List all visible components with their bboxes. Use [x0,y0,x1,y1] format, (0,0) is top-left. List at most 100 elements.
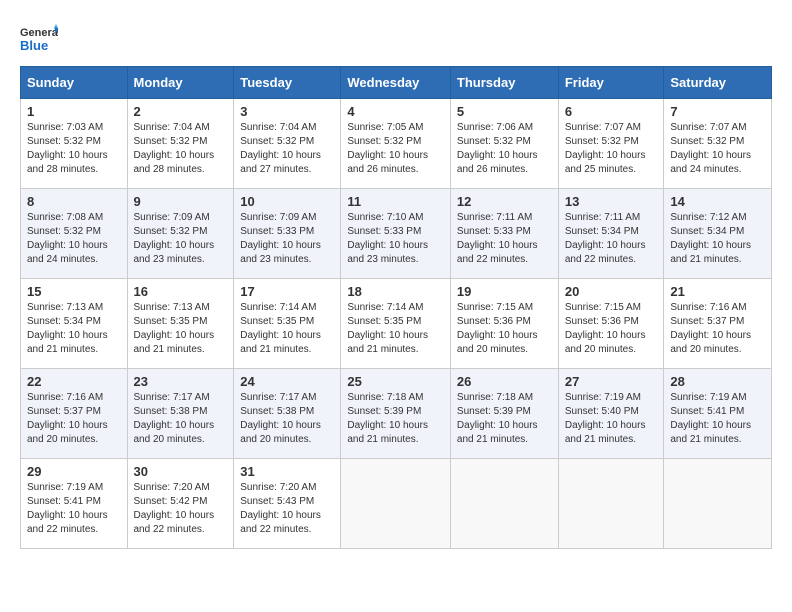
calendar-cell: 7Sunrise: 7:07 AMSunset: 5:32 PMDaylight… [664,99,772,189]
calendar-cell: 25 Sunrise: 7:18 AMSunset: 5:39 PMDayligh… [341,369,451,459]
day-info: Sunrise: 7:04 AMSunset: 5:32 PMDaylight:… [240,121,334,177]
calendar-week-row: 15 Sunrise: 7:13 AMSunset: 5:34 PMDayligh… [21,279,772,369]
day-number: 12 [457,194,552,209]
calendar-cell [450,459,558,549]
calendar-week-row: 1 Sunrise: 7:03 AMSunset: 5:32 PMDaylight… [21,99,772,189]
calendar-cell: 16 Sunrise: 7:13 AMSunset: 5:35 PMDayligh… [127,279,234,369]
day-number: 6 [565,104,658,119]
day-number: 14 [670,194,765,209]
weekday-header-thursday: Thursday [450,67,558,99]
day-info: Sunrise: 7:18 AMSunset: 5:39 PMDaylight:… [347,391,444,447]
calendar-cell: 22 Sunrise: 7:16 AMSunset: 5:37 PMDayligh… [21,369,128,459]
calendar-cell: 2 Sunrise: 7:04 AMSunset: 5:32 PMDaylight… [127,99,234,189]
calendar-cell: 8 Sunrise: 7:08 AMSunset: 5:32 PMDaylight… [21,189,128,279]
calendar-cell [341,459,451,549]
day-info: Sunrise: 7:20 AMSunset: 5:43 PMDaylight:… [240,481,334,537]
day-number: 1 [27,104,121,119]
calendar-cell: 10 Sunrise: 7:09 AMSunset: 5:33 PMDayligh… [234,189,341,279]
day-number: 9 [134,194,228,209]
day-info: Sunrise: 7:19 AMSunset: 5:40 PMDaylight:… [565,391,658,447]
calendar-cell [558,459,664,549]
day-info: Sunrise: 7:10 AMSunset: 5:33 PMDaylight:… [347,211,444,267]
day-info: Sunrise: 7:04 AMSunset: 5:32 PMDaylight:… [134,121,228,177]
calendar-cell: 15 Sunrise: 7:13 AMSunset: 5:34 PMDayligh… [21,279,128,369]
day-number: 7 [670,104,765,119]
calendar-cell: 3 Sunrise: 7:04 AMSunset: 5:32 PMDaylight… [234,99,341,189]
calendar-cell: 24Sunrise: 7:17 AMSunset: 5:38 PMDayligh… [234,369,341,459]
day-number: 21 [670,284,765,299]
weekday-header-wednesday: Wednesday [341,67,451,99]
day-info: Sunrise: 7:08 AMSunset: 5:32 PMDaylight:… [27,211,121,267]
day-info: Sunrise: 7:13 AMSunset: 5:35 PMDaylight:… [134,301,228,357]
day-info: Sunrise: 7:11 AMSunset: 5:33 PMDaylight:… [457,211,552,267]
weekday-header-sunday: Sunday [21,67,128,99]
day-info: Sunrise: 7:19 AMSunset: 5:41 PMDaylight:… [27,481,121,537]
day-number: 25 [347,374,444,389]
svg-text:Blue: Blue [20,38,48,53]
day-info: Sunrise: 7:12 AMSunset: 5:34 PMDaylight:… [670,211,765,267]
day-number: 22 [27,374,121,389]
day-number: 8 [27,194,121,209]
day-info: Sunrise: 7:05 AMSunset: 5:32 PMDaylight:… [347,121,444,177]
day-info: Sunrise: 7:09 AMSunset: 5:33 PMDaylight:… [240,211,334,267]
calendar-cell: 23Sunrise: 7:17 AMSunset: 5:38 PMDayligh… [127,369,234,459]
calendar-cell: 27 Sunrise: 7:19 AMSunset: 5:40 PMDayligh… [558,369,664,459]
logo: General Blue [20,20,62,58]
day-number: 2 [134,104,228,119]
calendar-cell: 5Sunrise: 7:06 AMSunset: 5:32 PMDaylight… [450,99,558,189]
calendar-cell: 19 Sunrise: 7:15 AMSunset: 5:36 PMDayligh… [450,279,558,369]
calendar-cell [664,459,772,549]
day-number: 15 [27,284,121,299]
day-number: 24 [240,374,334,389]
day-number: 5 [457,104,552,119]
day-info: Sunrise: 7:16 AMSunset: 5:37 PMDaylight:… [670,301,765,357]
weekday-header-row: SundayMondayTuesdayWednesdayThursdayFrid… [21,67,772,99]
calendar-week-row: 29 Sunrise: 7:19 AMSunset: 5:41 PMDayligh… [21,459,772,549]
day-number: 26 [457,374,552,389]
calendar-cell: 14 Sunrise: 7:12 AMSunset: 5:34 PMDayligh… [664,189,772,279]
day-info: Sunrise: 7:07 AMSunset: 5:32 PMDaylight:… [565,121,658,177]
day-info: Sunrise: 7:16 AMSunset: 5:37 PMDaylight:… [27,391,121,447]
day-info: Sunrise: 7:14 AMSunset: 5:35 PMDaylight:… [240,301,334,357]
weekday-header-tuesday: Tuesday [234,67,341,99]
day-number: 20 [565,284,658,299]
day-number: 16 [134,284,228,299]
day-info: Sunrise: 7:19 AMSunset: 5:41 PMDaylight:… [670,391,765,447]
day-number: 30 [134,464,228,479]
day-number: 19 [457,284,552,299]
weekday-header-friday: Friday [558,67,664,99]
page-header: General Blue [20,20,772,58]
calendar-cell: 29 Sunrise: 7:19 AMSunset: 5:41 PMDayligh… [21,459,128,549]
day-info: Sunrise: 7:15 AMSunset: 5:36 PMDaylight:… [457,301,552,357]
weekday-header-monday: Monday [127,67,234,99]
day-number: 10 [240,194,334,209]
day-number: 27 [565,374,658,389]
day-info: Sunrise: 7:20 AMSunset: 5:42 PMDaylight:… [134,481,228,537]
day-info: Sunrise: 7:03 AMSunset: 5:32 PMDaylight:… [27,121,121,177]
calendar-cell: 20 Sunrise: 7:15 AMSunset: 5:36 PMDayligh… [558,279,664,369]
calendar-cell: 26 Sunrise: 7:18 AMSunset: 5:39 PMDayligh… [450,369,558,459]
calendar-cell: 6 Sunrise: 7:07 AMSunset: 5:32 PMDaylight… [558,99,664,189]
day-info: Sunrise: 7:18 AMSunset: 5:39 PMDaylight:… [457,391,552,447]
day-info: Sunrise: 7:11 AMSunset: 5:34 PMDaylight:… [565,211,658,267]
day-info: Sunrise: 7:17 AMSunset: 5:38 PMDaylight:… [134,391,228,447]
day-number: 3 [240,104,334,119]
calendar-week-row: 8 Sunrise: 7:08 AMSunset: 5:32 PMDaylight… [21,189,772,279]
calendar-cell: 4 Sunrise: 7:05 AMSunset: 5:32 PMDaylight… [341,99,451,189]
calendar-cell: 31 Sunrise: 7:20 AMSunset: 5:43 PMDayligh… [234,459,341,549]
calendar-table: SundayMondayTuesdayWednesdayThursdayFrid… [20,66,772,549]
calendar-cell: 12 Sunrise: 7:11 AMSunset: 5:33 PMDayligh… [450,189,558,279]
calendar-cell: 1 Sunrise: 7:03 AMSunset: 5:32 PMDaylight… [21,99,128,189]
calendar-cell: 30 Sunrise: 7:20 AMSunset: 5:42 PMDayligh… [127,459,234,549]
calendar-cell: 13Sunrise: 7:11 AMSunset: 5:34 PMDayligh… [558,189,664,279]
day-number: 31 [240,464,334,479]
day-info: Sunrise: 7:15 AMSunset: 5:36 PMDaylight:… [565,301,658,357]
day-number: 28 [670,374,765,389]
day-number: 11 [347,194,444,209]
day-number: 17 [240,284,334,299]
calendar-cell: 17 Sunrise: 7:14 AMSunset: 5:35 PMDayligh… [234,279,341,369]
day-number: 4 [347,104,444,119]
day-info: Sunrise: 7:13 AMSunset: 5:34 PMDaylight:… [27,301,121,357]
calendar-cell: 18Sunrise: 7:14 AMSunset: 5:35 PMDayligh… [341,279,451,369]
day-number: 29 [27,464,121,479]
